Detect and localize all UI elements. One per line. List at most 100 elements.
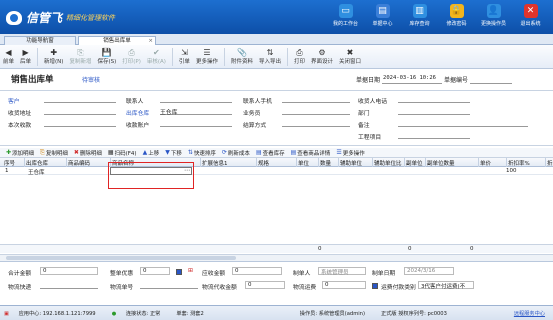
freight-field[interactable]: 0 bbox=[322, 281, 366, 289]
toolbar-separator bbox=[286, 47, 288, 66]
toolbar-button-1[interactable]: ▶ 后单 bbox=[20, 48, 31, 65]
toolbar-label: 界面设计 bbox=[311, 59, 334, 65]
toolbar-button-13[interactable]: ✖ 关闭窗口 bbox=[339, 48, 361, 65]
column-header[interactable]: 规格 bbox=[258, 159, 269, 167]
toolbar-button-2[interactable]: ✚ 新增(N) bbox=[44, 48, 63, 65]
column-header[interactable]: 单位 bbox=[298, 159, 309, 167]
column-header[interactable]: 副单位 bbox=[406, 159, 423, 167]
cod-field[interactable]: 0 bbox=[245, 281, 285, 289]
toolbar-icon: ✚ bbox=[50, 48, 58, 57]
tab-sales-outbound[interactable]: 销售出库单 × bbox=[78, 36, 156, 45]
table-row[interactable]: 1 王仓库 100 bbox=[0, 167, 553, 176]
contact-field[interactable] bbox=[160, 95, 232, 103]
column-header[interactable]: 单价 bbox=[480, 159, 491, 167]
tab-function-nav[interactable]: 功能导航窗 bbox=[4, 36, 76, 45]
detail-toolbar: ✚ 添加明细 ⎘ 复制明细 ✖ 删除明细 ▦ 扫码(F4) ▲ 上移 ▼ 下移 ⇅ 快速排序 ⟳ 刷新成本 ▤ 查… bbox=[0, 148, 553, 158]
column-header[interactable]: 序号 bbox=[4, 159, 15, 167]
detail-tool-2[interactable]: ✖ 删除明细 bbox=[74, 149, 102, 157]
discount-mark: ⊞ bbox=[188, 268, 193, 274]
freight-pay-select[interactable]: 3代客户付运费(不 bbox=[418, 281, 474, 290]
toolbar-separator bbox=[223, 47, 225, 66]
detail-tool-8[interactable]: ▤ 查看库存 bbox=[256, 149, 285, 157]
column-header[interactable]: 副单位数量 bbox=[427, 159, 455, 167]
toolbar-icon: 📎 bbox=[236, 48, 247, 57]
address-field[interactable] bbox=[44, 107, 116, 115]
topnav-monitor[interactable]: ▭ 我的工作台 bbox=[327, 2, 364, 27]
scrollbar-thumb[interactable] bbox=[6, 256, 236, 260]
remark-field[interactable] bbox=[398, 119, 528, 127]
receipt-field[interactable] bbox=[44, 119, 116, 127]
column-header[interactable]: 辅助单位比 bbox=[374, 159, 402, 167]
detail-tool-0[interactable]: ✚ 添加明细 bbox=[6, 149, 34, 157]
column-header[interactable]: 折扣率% bbox=[508, 159, 530, 167]
customer-field[interactable] bbox=[44, 95, 116, 103]
warehouse-label[interactable]: 出库仓库 bbox=[126, 108, 149, 117]
detail-tool-4[interactable]: ▲ 上移 bbox=[143, 149, 160, 157]
detail-tool-10[interactable]: ☰ 更多操作 bbox=[336, 149, 364, 157]
column-header[interactable]: 辅助单位 bbox=[340, 159, 362, 167]
discount-checkbox[interactable] bbox=[176, 269, 182, 275]
topnav-label: 我的工作台 bbox=[332, 21, 358, 27]
detail-tool-icon: ▤ bbox=[255, 149, 262, 156]
department-field[interactable] bbox=[398, 107, 470, 115]
detail-tool-icon: ▦ bbox=[107, 149, 114, 156]
toolbar-button-3[interactable]: ⎘ 复制新增 bbox=[69, 48, 91, 65]
receiver-phone-field[interactable] bbox=[398, 95, 470, 103]
salesperson-field[interactable] bbox=[282, 107, 350, 115]
column-header[interactable]: 商品编码 bbox=[68, 159, 90, 167]
toolbar-button-6[interactable]: ✔ 审核(A) bbox=[147, 48, 166, 65]
toolbar-button-11[interactable]: ⎙ 打印 bbox=[294, 48, 305, 65]
column-header[interactable]: 数量 bbox=[320, 159, 331, 167]
detail-tool-7[interactable]: ⟳ 刷新成本 bbox=[222, 149, 250, 157]
discount-field[interactable]: 0 bbox=[140, 267, 170, 275]
horizontal-scrollbar[interactable] bbox=[0, 254, 553, 261]
warehouse-field[interactable]: 王仓库 bbox=[160, 107, 232, 116]
toolbar-button-9[interactable]: 📎 附件资料 bbox=[231, 48, 253, 65]
toolbar-label: 导入导出 bbox=[258, 59, 281, 65]
detail-tool-5[interactable]: ▼ 下移 bbox=[165, 149, 182, 157]
toolbar-button-12[interactable]: ⚙ 界面设计 bbox=[311, 48, 333, 65]
detail-tool-label: 扫码(F4) bbox=[114, 150, 137, 157]
toolbar-button-0[interactable]: ◀ 前单 bbox=[3, 48, 14, 65]
account-field[interactable] bbox=[160, 119, 232, 127]
express-field[interactable] bbox=[40, 281, 98, 289]
toolbar-button-5[interactable]: ⎙ 打印(P) bbox=[122, 48, 141, 65]
toolbar-button-10[interactable]: ⇅ 导入导出 bbox=[259, 48, 281, 65]
freight-checkbox[interactable] bbox=[372, 283, 378, 289]
total-amount-field[interactable]: 0 bbox=[40, 267, 98, 275]
toolbar-label: 保存(S) bbox=[97, 59, 117, 65]
topnav-close[interactable]: ✕ 退出系统 bbox=[512, 2, 549, 27]
tab-close-icon[interactable]: × bbox=[148, 37, 153, 45]
toolbar-button-4[interactable]: 💾 保存(S) bbox=[97, 48, 116, 65]
toolbar-button-7[interactable]: ⇲ 引单 bbox=[179, 48, 190, 65]
customer-label[interactable]: 客户 bbox=[8, 96, 20, 105]
detail-tool-9[interactable]: ▤ 查看商品详情 bbox=[291, 149, 331, 157]
account-set-status: 单套: 测套2 bbox=[176, 310, 204, 317]
toolbar-button-8[interactable]: ☰ 更多操作 bbox=[196, 48, 218, 65]
row-discount[interactable]: 100 bbox=[506, 168, 517, 174]
column-header[interactable]: 扩展信息1 bbox=[202, 159, 228, 167]
toolbar-icon: ⇲ bbox=[181, 48, 188, 57]
project-field[interactable] bbox=[398, 131, 470, 139]
column-header[interactable]: 折 bbox=[547, 159, 553, 167]
remote-help-link[interactable]: 远程服务中心 bbox=[514, 310, 545, 317]
toolbar-label: 审核(A) bbox=[146, 59, 166, 65]
tracking-no-field[interactable] bbox=[140, 281, 198, 289]
amount-due-field[interactable]: 0 bbox=[232, 267, 282, 275]
row-warehouse[interactable]: 王仓库 bbox=[28, 168, 45, 176]
topnav-warehouse[interactable]: ▥ 库存查询 bbox=[401, 2, 438, 27]
settle-field[interactable] bbox=[282, 119, 350, 127]
column-header[interactable]: 出库仓库 bbox=[26, 159, 48, 167]
doc-no-field[interactable] bbox=[470, 75, 513, 84]
detail-tool-label: 查看库存 bbox=[262, 150, 285, 157]
date-field[interactable]: 2024-03-16 10:26 bbox=[382, 75, 443, 84]
salesperson-label: 业务员 bbox=[243, 111, 261, 117]
detail-tool-3[interactable]: ▦ 扫码(F4) bbox=[108, 149, 137, 157]
column-divider bbox=[478, 158, 479, 167]
detail-tool-6[interactable]: ⇅ 快速排序 bbox=[188, 149, 216, 157]
contact-phone-field[interactable] bbox=[282, 95, 350, 103]
detail-tool-1[interactable]: ⎘ 复制明细 bbox=[40, 149, 68, 157]
topnav-lock[interactable]: 🔒 修改密码 bbox=[438, 2, 475, 27]
topnav-user[interactable]: 👤 更换操作员 bbox=[475, 2, 512, 27]
topnav-document[interactable]: ▤ 单据中心 bbox=[364, 2, 401, 27]
